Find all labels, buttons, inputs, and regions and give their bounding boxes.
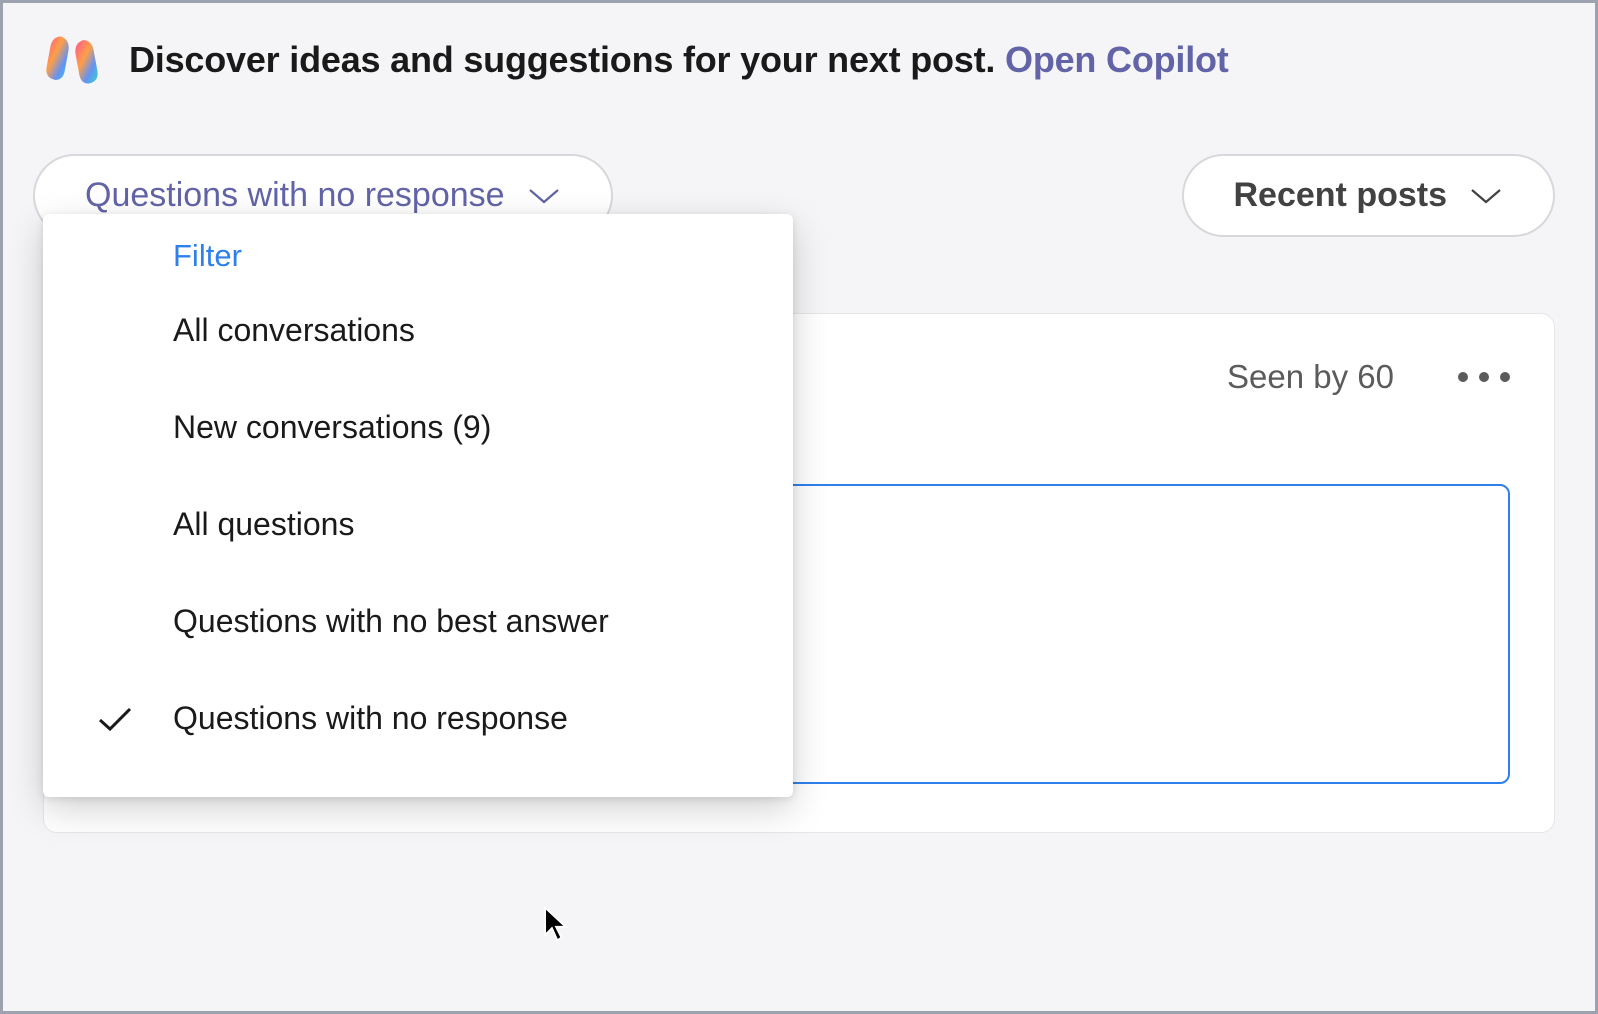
dropdown-item-label: Questions with no response [173, 700, 568, 737]
cursor-icon [541, 905, 571, 943]
filter-option-no-response[interactable]: Questions with no response [43, 670, 793, 767]
check-slot [83, 705, 147, 733]
chevron-down-icon [527, 186, 561, 206]
dropdown-header: Filter [43, 238, 793, 282]
chevron-down-icon [1469, 186, 1503, 206]
banner-message: Discover ideas and suggestions for your … [129, 39, 1005, 80]
dot-icon [1500, 372, 1510, 382]
dropdown-item-label: Questions with no best answer [173, 603, 609, 640]
filter-dropdown-menu: Filter All conversations New conversatio… [43, 214, 793, 797]
copilot-icon [43, 31, 101, 89]
sort-dropdown-button[interactable]: Recent posts [1182, 154, 1556, 237]
dropdown-item-label: All conversations [173, 312, 415, 349]
check-icon [97, 705, 133, 733]
copilot-banner: Discover ideas and suggestions for your … [3, 3, 1595, 129]
dot-icon [1458, 372, 1468, 382]
filter-option-no-best-answer[interactable]: Questions with no best answer [43, 573, 793, 670]
filter-selected-label: Questions with no response [85, 176, 505, 215]
filter-option-all-conversations[interactable]: All conversations [43, 282, 793, 379]
banner-text: Discover ideas and suggestions for your … [129, 39, 1229, 81]
dot-icon [1479, 372, 1489, 382]
more-options-button[interactable] [1458, 372, 1510, 382]
filter-option-all-questions[interactable]: All questions [43, 476, 793, 573]
seen-by-count: Seen by 60 [1227, 358, 1394, 396]
dropdown-item-label: New conversations (9) [173, 409, 491, 446]
filter-option-new-conversations[interactable]: New conversations (9) [43, 379, 793, 476]
controls-row: Questions with no response Recent posts … [3, 129, 1595, 237]
dropdown-item-label: All questions [173, 506, 354, 543]
sort-selected-label: Recent posts [1234, 176, 1448, 215]
open-copilot-link[interactable]: Open Copilot [1005, 39, 1229, 80]
